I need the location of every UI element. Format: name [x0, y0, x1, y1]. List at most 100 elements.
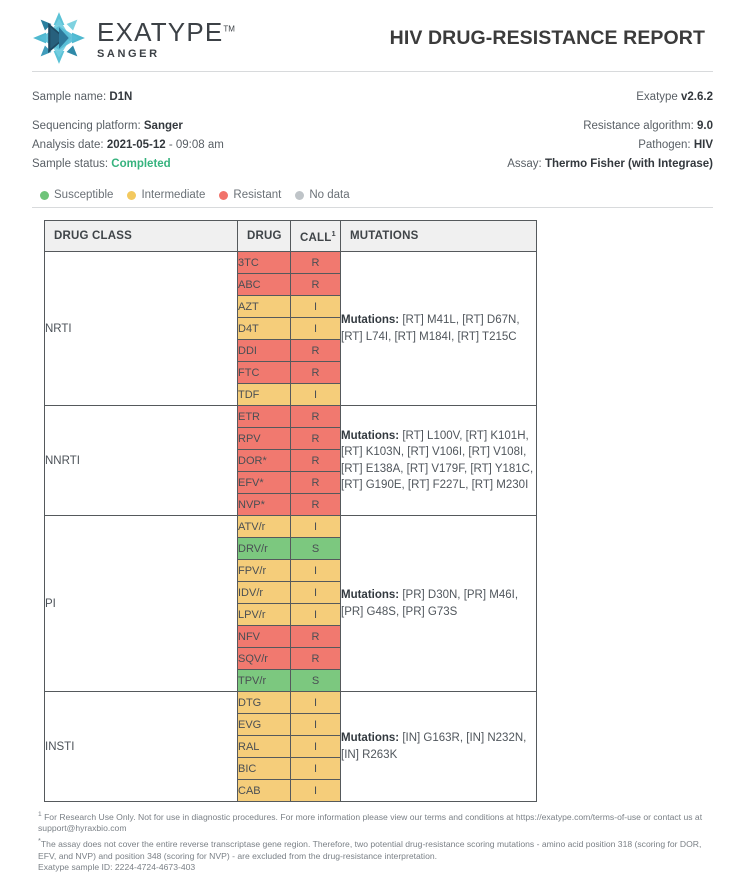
- meta-row-platform: Sequencing platform: Sanger Resistance a…: [32, 117, 713, 136]
- brand-name: EXATYPETM: [97, 16, 235, 47]
- mutations-label: Mutations:: [341, 429, 400, 442]
- drug-call-cell: I: [290, 295, 341, 318]
- drug-call-cell: R: [290, 251, 341, 274]
- legend-dot-icon: [40, 190, 49, 200]
- mutations-label: Mutations:: [341, 732, 400, 744]
- report-page: EXATYPETM SANGER HIV DRUG-RESISTANCE REP…: [0, 0, 729, 872]
- drug-name-cell: DOR*: [237, 449, 291, 472]
- drug-name-cell: IDV/r: [237, 581, 291, 604]
- drug-name-cell: FTC: [237, 361, 291, 384]
- drug-name-cell: CAB: [237, 779, 291, 802]
- drug-call-cell: R: [290, 339, 341, 362]
- mutations-cell: Mutations: [IN] G163R, [IN] N232N, [IN] …: [340, 691, 537, 802]
- drug-class-cell: NNRTI: [44, 405, 238, 516]
- drug-call-cell: I: [290, 581, 341, 604]
- mutations-label: Mutations:: [341, 589, 400, 601]
- drug-call-cell: R: [290, 625, 341, 648]
- drug-call-cell: S: [290, 537, 341, 560]
- version-label: Exatype: [636, 91, 678, 103]
- drug-name-cell: BIC: [237, 757, 291, 780]
- drug-call-cell: I: [290, 559, 341, 582]
- drug-name-cell: ETR: [237, 405, 291, 428]
- drug-name-cell: EVG: [237, 713, 291, 736]
- algorithm-label: Resistance algorithm:: [583, 120, 694, 132]
- legend-dot-icon: [127, 190, 137, 200]
- mutations-label: Mutations:: [341, 314, 400, 326]
- drug-name-cell: DTG: [237, 691, 291, 714]
- sample-status: Sample status: Completed: [32, 155, 171, 174]
- mutations-cell: Mutations: [RT] L100V, [RT] K101H, [RT] …: [340, 405, 537, 516]
- drug-name-cell: SQV/r: [237, 647, 291, 670]
- legend-dot-icon: [219, 190, 229, 200]
- drug-call-cell: R: [290, 647, 341, 670]
- drug-name-cell: ABC: [237, 273, 291, 296]
- drug-call-cell: I: [290, 779, 341, 802]
- legend-item: Resistant: [219, 189, 281, 201]
- legend-label: No data: [309, 189, 350, 201]
- table-row: NRTI 3TC R Mutations: [RT] M41L, [RT] D67N,…: [44, 251, 537, 406]
- meta-spacer: [32, 107, 713, 117]
- version-value: v2.6.2: [681, 91, 713, 103]
- drug-name-cell: AZT: [237, 295, 291, 318]
- drug-class-cell: INSTI: [44, 691, 238, 802]
- column-header-drug-class: DRUG CLASS: [44, 220, 238, 252]
- call-footnote-marker: 1: [331, 228, 336, 238]
- assay: Assay: Thermo Fisher (with Integrase): [507, 155, 713, 174]
- platform-value: Sanger: [143, 120, 183, 132]
- drug-name-cell: TDF: [237, 383, 291, 406]
- drug-name-cell: TPV/r: [237, 669, 291, 692]
- drug-class-cell: NRTI: [44, 251, 238, 406]
- algorithm-value: 9.0: [697, 120, 713, 132]
- mutations-cell: Mutations: [PR] D30N, [PR] M46I, [PR] G4…: [340, 515, 537, 692]
- drug-call-cell: I: [290, 603, 341, 626]
- table-row: INSTI DTG I Mutations: [IN] G163R, [IN] N23…: [44, 691, 537, 802]
- sample-name-value: D1N: [109, 91, 133, 103]
- drug-call-cell: S: [290, 669, 341, 692]
- drug-name-cell: FPV/r: [237, 559, 291, 582]
- exatype-version: Exatype v2.6.2: [636, 88, 713, 107]
- legend-label: Susceptible: [54, 189, 114, 201]
- drug-name-cell: RAL: [237, 735, 291, 758]
- table-header-row: DRUG CLASS DRUG CALL1 MUTATIONS: [44, 220, 537, 252]
- drug-call-cell: R: [290, 427, 341, 450]
- drug-resistance-table: DRUG CLASS DRUG CALL1 MUTATIONS NRTI 3TC R…: [44, 220, 537, 802]
- drug-name-cell: RPV: [237, 427, 291, 450]
- drug-call-cell: I: [290, 383, 341, 406]
- sample-name: Sample name: D1N: [32, 88, 132, 107]
- sample-status-label: Sample status:: [32, 158, 109, 170]
- sample-id-text: Exatype sample ID: 2224-4724-4673-403: [38, 862, 196, 873]
- analysis-date-label: Analysis date:: [32, 139, 104, 151]
- drug-name-cell: DDI: [237, 339, 291, 362]
- table-body: NRTI 3TC R Mutations: [RT] M41L, [RT] D67N,…: [44, 251, 537, 802]
- meta-row-sample: Sample name: D1N Exatype v2.6.2: [32, 88, 713, 107]
- legend-dot-icon: [295, 190, 305, 200]
- analysis-time-value: - 09:08 am: [168, 139, 224, 151]
- footnote-research-use: 1 For Research Use Only. Not for use in …: [38, 809, 709, 835]
- drug-call-cell: R: [290, 405, 341, 428]
- sample-name-label: Sample name:: [32, 91, 107, 103]
- assay-value: Thermo Fisher (with Integrase): [544, 158, 713, 170]
- exatype-starburst-logo-icon: [33, 12, 85, 64]
- legend-item: Susceptible: [40, 189, 113, 201]
- column-header-call: CALL1: [290, 220, 341, 252]
- drug-call-cell: R: [290, 471, 341, 494]
- report-footer: 1 For Research Use Only. Not for use in …: [0, 802, 729, 874]
- drug-class-cell: PI: [44, 515, 238, 692]
- table-head: DRUG CLASS DRUG CALL1 MUTATIONS: [44, 220, 537, 252]
- meta-row-status: Sample status: Completed Assay: Thermo F…: [32, 155, 713, 174]
- column-header-mutations: MUTATIONS: [340, 220, 537, 252]
- call-legend: Susceptible Intermediate Resistant No data: [0, 174, 729, 201]
- drug-name-cell: 3TC: [237, 251, 291, 274]
- sequencing-platform: Sequencing platform: Sanger: [32, 117, 183, 136]
- footnote-2-text: The assay does not cover the entire reve…: [38, 838, 702, 861]
- drug-call-cell: R: [290, 449, 341, 472]
- footnote-1-marker: 1: [38, 811, 42, 818]
- table-row: NNRTI ETR R Mutations: [RT] L100V, [RT] K10…: [44, 405, 537, 516]
- drug-call-cell: I: [290, 515, 341, 538]
- drug-call-cell: I: [290, 317, 341, 340]
- legend-label: Resistant: [233, 189, 282, 201]
- drug-name-cell: EFV*: [237, 471, 291, 494]
- pathogen-label: Pathogen:: [638, 139, 691, 151]
- legend-item: Intermediate: [127, 189, 205, 201]
- drug-call-cell: R: [290, 493, 341, 516]
